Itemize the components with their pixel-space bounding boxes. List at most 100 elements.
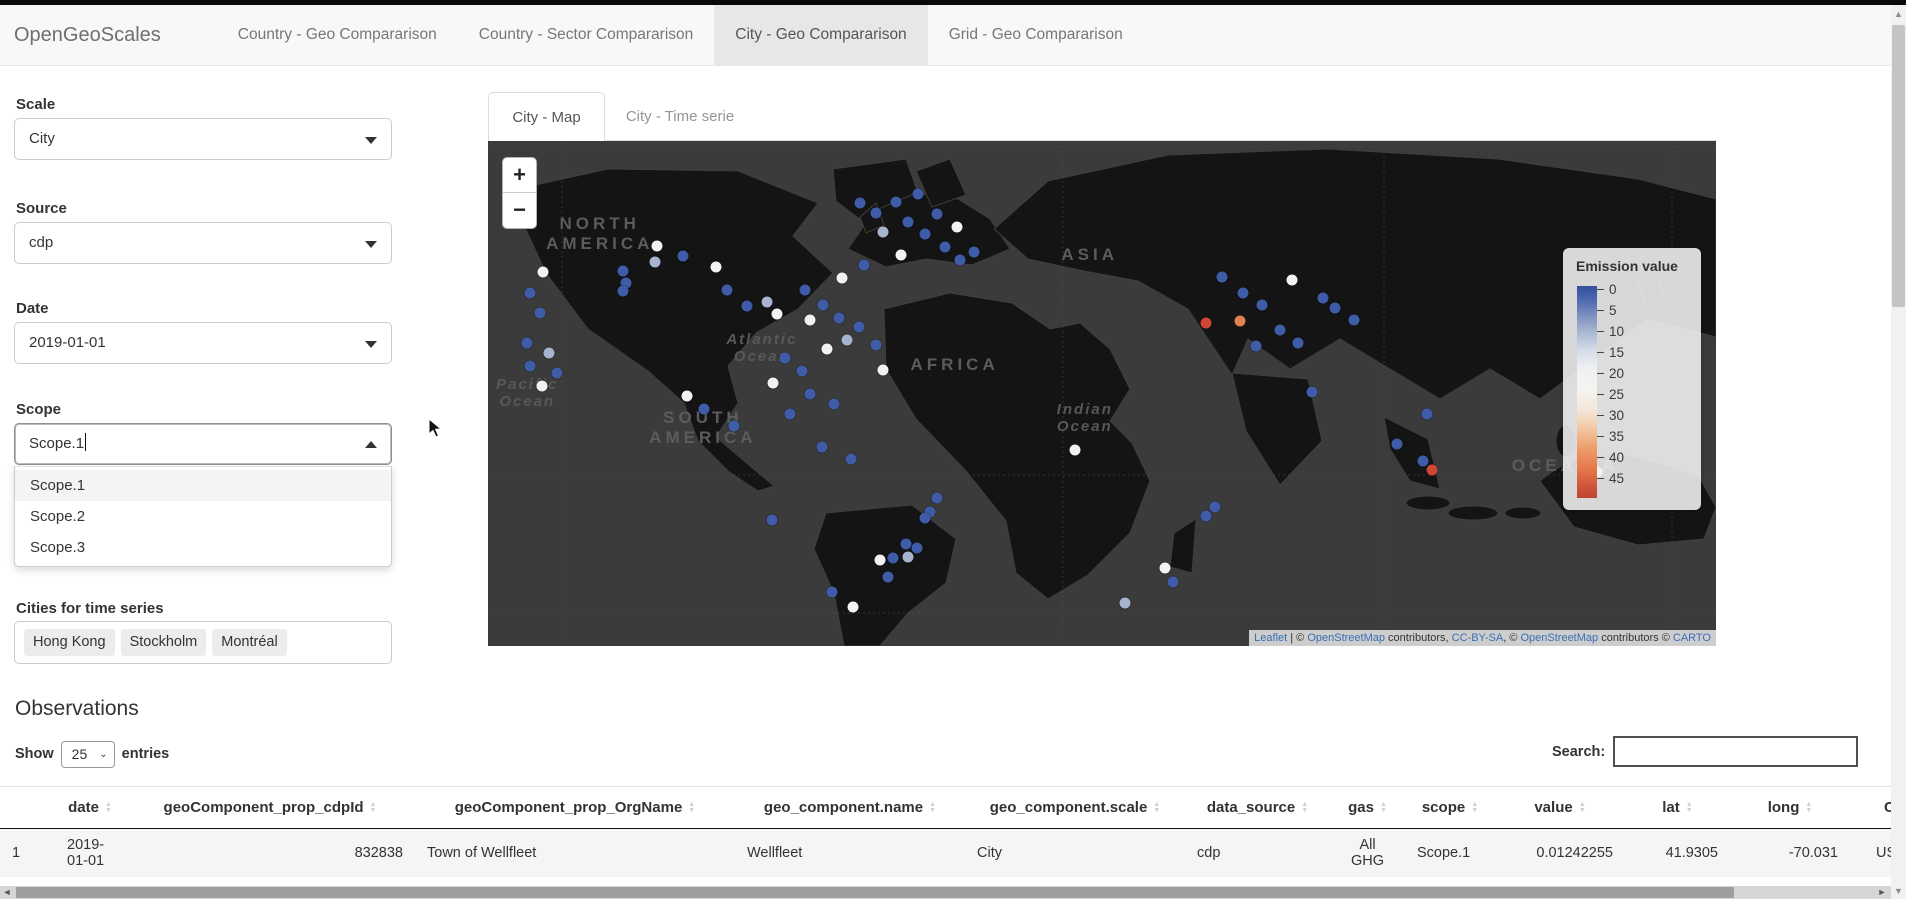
map-marker[interactable] [524, 287, 535, 298]
scroll-left-arrow-icon[interactable]: ◄ [0, 886, 14, 899]
map-marker[interactable] [911, 542, 922, 553]
map-marker[interactable] [1209, 501, 1220, 512]
column-header-geoComponent_prop_cdpId[interactable]: geoComponent_prop_cdpId▲▼ [125, 787, 415, 829]
map-marker[interactable] [780, 353, 791, 364]
column-header-lat[interactable]: lat▲▼ [1625, 787, 1730, 829]
map-marker[interactable] [1293, 338, 1304, 349]
map-marker[interactable] [1330, 302, 1341, 313]
map-marker[interactable] [1256, 300, 1267, 311]
map-marker[interactable] [618, 266, 629, 277]
sort-icon[interactable]: ▲▼ [688, 802, 695, 814]
map-marker[interactable] [797, 365, 808, 376]
vertical-scrollbar[interactable]: ▲ ▼ [1891, 5, 1906, 899]
column-header-geo_component.scale[interactable]: geo_component.scale▲▼ [965, 787, 1185, 829]
date-select[interactable]: 2019-01-01 [14, 322, 392, 364]
map-marker[interactable] [699, 403, 710, 414]
city-tag[interactable]: Montréal [212, 629, 286, 656]
map-marker[interactable] [883, 571, 894, 582]
map-marker[interactable] [969, 247, 980, 258]
nav-tab-grid-geo-compararison[interactable]: Grid - Geo Compararison [928, 5, 1144, 65]
search-input[interactable] [1613, 736, 1858, 767]
map-marker[interactable] [821, 344, 832, 355]
map-marker[interactable] [817, 441, 828, 452]
map-marker[interactable] [1120, 598, 1131, 609]
map-marker[interactable] [939, 242, 950, 253]
map-marker[interactable] [537, 380, 548, 391]
column-header-gas[interactable]: gas▲▼ [1330, 787, 1405, 829]
map-marker[interactable] [1318, 292, 1329, 303]
map-marker[interactable] [1069, 445, 1080, 456]
column-header-value[interactable]: value▲▼ [1495, 787, 1625, 829]
map-marker[interactable] [841, 335, 852, 346]
map-marker[interactable] [932, 492, 943, 503]
map-marker[interactable] [538, 267, 549, 278]
horizontal-scrollbar[interactable]: ◄ ► [0, 886, 1891, 899]
map-marker[interactable] [544, 348, 555, 359]
map-marker[interactable] [1201, 510, 1212, 521]
column-header-data_source[interactable]: data_source▲▼ [1185, 787, 1330, 829]
map-marker[interactable] [874, 554, 885, 565]
zoom-in-button[interactable]: + [503, 158, 536, 193]
map-marker[interactable] [836, 273, 847, 284]
map-marker[interactable] [855, 198, 866, 209]
map-marker[interactable] [920, 512, 931, 523]
vertical-scrollbar-thumb[interactable] [1892, 25, 1905, 307]
map-marker[interactable] [871, 207, 882, 218]
map-marker[interactable] [534, 307, 545, 318]
nav-tab-country-sector-compararison[interactable]: Country - Sector Compararison [458, 5, 715, 65]
attribution-link[interactable]: Leaflet [1254, 632, 1287, 644]
sort-icon[interactable]: ▲▼ [1380, 802, 1387, 814]
scope-option-scope-2[interactable]: Scope.2 [15, 501, 391, 532]
scope-combobox[interactable]: Scope.1 [14, 423, 392, 465]
sort-icon[interactable]: ▲▼ [929, 802, 936, 814]
map-marker[interactable] [771, 308, 782, 319]
map-marker[interactable] [804, 315, 815, 326]
map-marker[interactable] [920, 229, 931, 240]
map-marker[interactable] [1217, 272, 1228, 283]
map-marker[interactable] [932, 209, 943, 220]
map-marker[interactable] [853, 321, 864, 332]
map-marker[interactable] [878, 364, 889, 375]
map-marker[interactable] [1238, 287, 1249, 298]
map-marker[interactable] [767, 378, 778, 389]
map-marker[interactable] [1306, 386, 1317, 397]
scroll-right-arrow-icon[interactable]: ► [1875, 886, 1889, 899]
map-marker[interactable] [728, 421, 739, 432]
sort-icon[interactable]: ▲▼ [370, 802, 377, 814]
map-marker[interactable] [900, 539, 911, 550]
map-marker[interactable] [829, 398, 840, 409]
sort-icon[interactable]: ▲▼ [1579, 802, 1586, 814]
map-marker[interactable] [846, 454, 857, 465]
map-marker[interactable] [834, 312, 845, 323]
map-marker[interactable] [678, 250, 689, 261]
map-marker[interactable] [826, 586, 837, 597]
nav-tab-country-geo-compararison[interactable]: Country - Geo Compararison [217, 5, 458, 65]
map-marker[interactable] [890, 196, 901, 207]
column-header-geo_component.name[interactable]: geo_component.name▲▼ [735, 787, 965, 829]
nav-tab-city-geo-compararison[interactable]: City - Geo Compararison [714, 5, 927, 65]
map-marker[interactable] [785, 408, 796, 419]
attribution-link[interactable]: OpenStreetMap [1307, 632, 1385, 644]
map-marker[interactable] [652, 240, 663, 251]
map-marker[interactable] [711, 262, 722, 273]
map-marker[interactable] [766, 514, 777, 525]
scope-option-scope-3[interactable]: Scope.3 [15, 532, 391, 563]
map-marker[interactable] [618, 286, 629, 297]
city-tag[interactable]: Stockholm [121, 629, 207, 656]
column-header-index[interactable] [0, 787, 55, 829]
map-marker[interactable] [912, 189, 923, 200]
attribution-link[interactable]: CARTO [1673, 632, 1711, 644]
map-marker[interactable] [1427, 465, 1438, 476]
horizontal-scrollbar-thumb[interactable] [16, 887, 1734, 898]
scope-option-scope-1[interactable]: Scope.1 [15, 470, 391, 501]
map-marker[interactable] [878, 226, 889, 237]
column-header-geoComponent_prop_OrgName[interactable]: geoComponent_prop_OrgName▲▼ [415, 787, 735, 829]
map-marker[interactable] [888, 552, 899, 563]
zoom-out-button[interactable]: − [503, 193, 536, 228]
map-marker[interactable] [1417, 456, 1428, 467]
map-tab-city-time-serie[interactable]: City - Time serie [605, 92, 755, 141]
map-marker[interactable] [1422, 409, 1433, 420]
sort-icon[interactable]: ▲▼ [105, 802, 112, 814]
column-header-long[interactable]: long▲▼ [1730, 787, 1850, 829]
map-marker[interactable] [902, 216, 913, 227]
